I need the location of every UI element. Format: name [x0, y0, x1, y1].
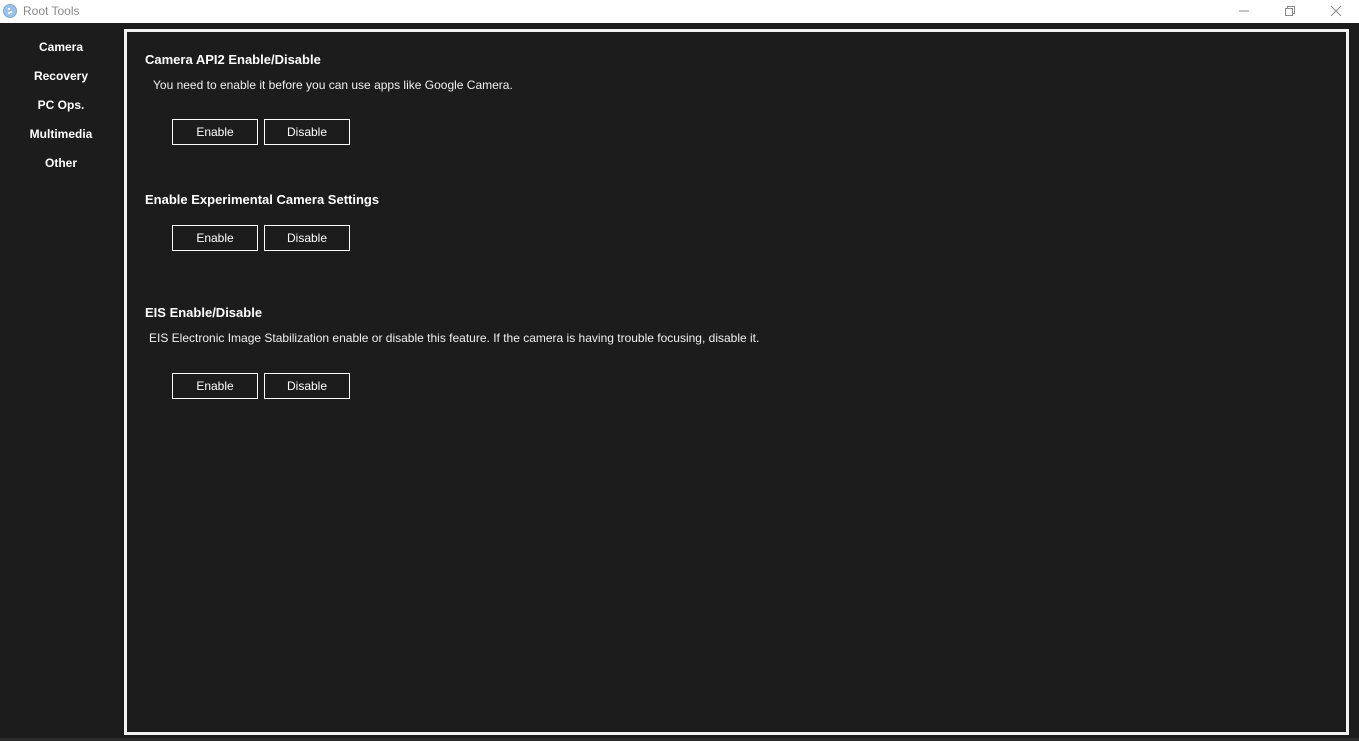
section-desc-camera-api2: You need to enable it before you can use…: [153, 78, 513, 92]
close-button[interactable]: [1313, 0, 1359, 23]
close-icon: [1330, 5, 1342, 17]
eis-enable-button[interactable]: Enable: [172, 373, 258, 399]
content-panel: Camera API2 Enable/Disable You need to e…: [124, 29, 1349, 735]
restore-icon: [1285, 6, 1295, 16]
camera-api2-enable-button[interactable]: Enable: [172, 119, 258, 145]
minimize-button[interactable]: [1221, 0, 1267, 23]
minimize-icon: [1239, 10, 1249, 12]
section-title-experimental-camera: Enable Experimental Camera Settings: [145, 192, 380, 207]
eis-disable-button[interactable]: Disable: [264, 373, 350, 399]
experimental-camera-enable-button[interactable]: Enable: [172, 225, 258, 251]
sidebar: Camera Recovery PC Ops. Multimedia Other: [0, 23, 122, 741]
window-title: Root Tools: [23, 4, 80, 18]
sidebar-item-pc-ops[interactable]: PC Ops.: [0, 97, 122, 113]
sidebar-item-multimedia[interactable]: Multimedia: [0, 126, 122, 142]
title-bar: Root Tools: [0, 0, 1359, 23]
section-title-eis: EIS Enable/Disable: [145, 305, 263, 320]
app-window: Root Tools Camera Recovery PC Ops. Multi…: [0, 0, 1359, 741]
section-desc-eis: EIS Electronic Image Stabilization enabl…: [149, 331, 760, 345]
section-title-camera-api2: Camera API2 Enable/Disable: [145, 52, 321, 67]
sidebar-item-other[interactable]: Other: [0, 155, 122, 171]
app-icon: [3, 4, 17, 18]
sidebar-item-camera[interactable]: Camera: [0, 39, 122, 55]
restore-button[interactable]: [1267, 0, 1313, 23]
experimental-camera-disable-button[interactable]: Disable: [264, 225, 350, 251]
camera-api2-disable-button[interactable]: Disable: [264, 119, 350, 145]
sidebar-item-recovery[interactable]: Recovery: [0, 68, 122, 84]
